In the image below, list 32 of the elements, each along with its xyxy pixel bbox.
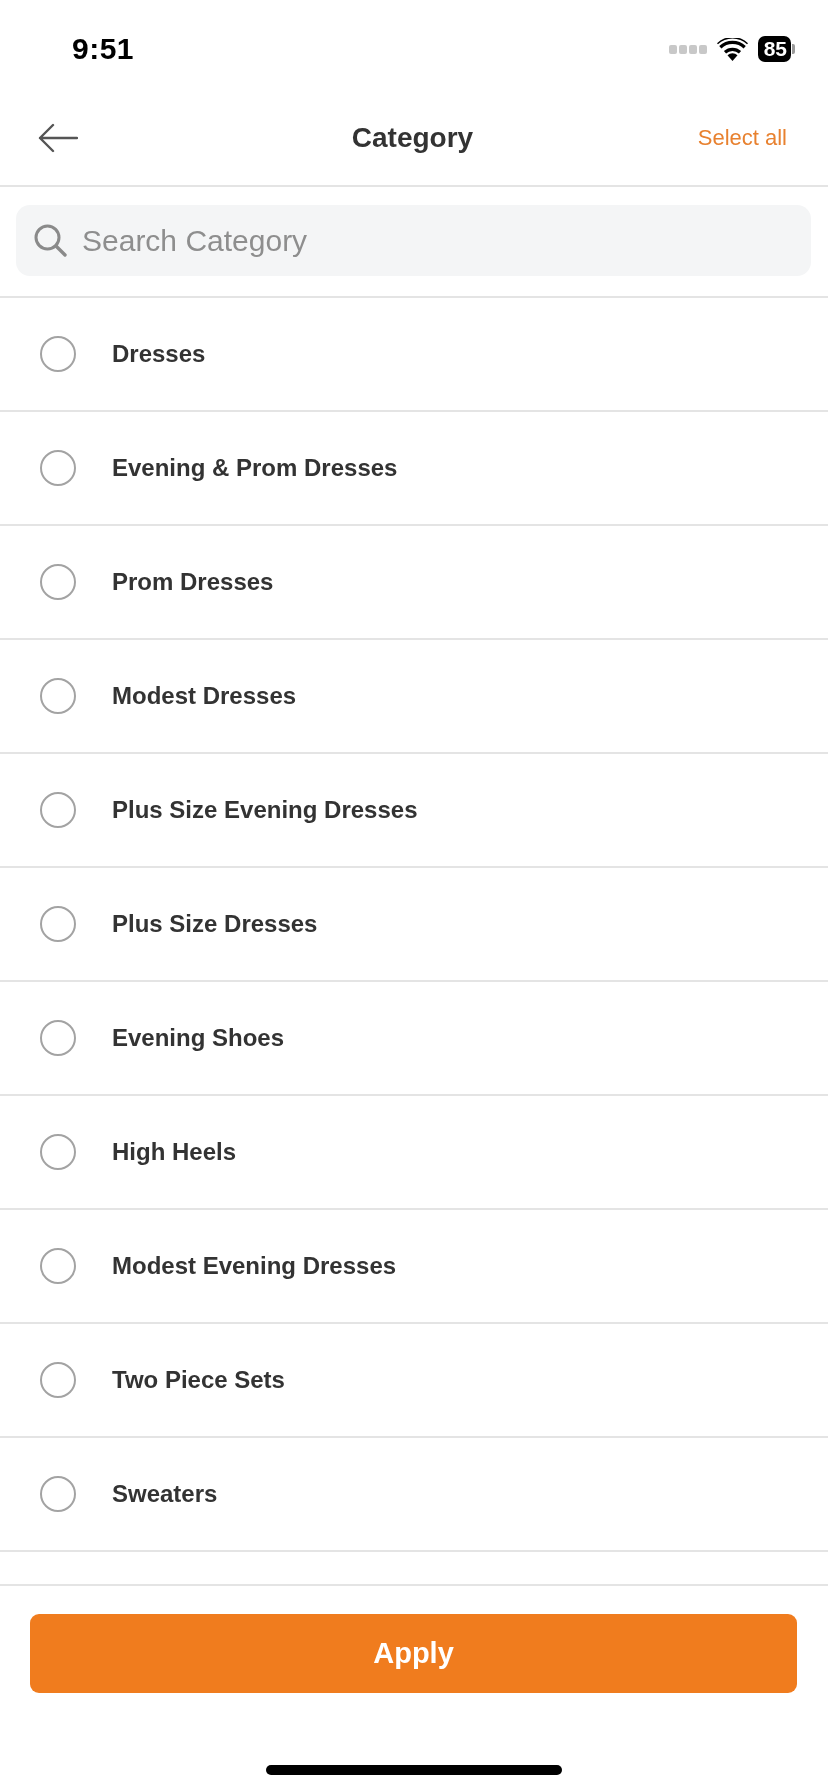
- radio-button[interactable]: [40, 1134, 76, 1170]
- category-label: Dresses: [112, 339, 206, 369]
- radio-button[interactable]: [40, 1476, 76, 1512]
- category-label: Evening & Prom Dresses: [112, 453, 398, 483]
- search-icon: [34, 224, 67, 257]
- radio-button[interactable]: [40, 1362, 76, 1398]
- category-label: Two Piece Sets: [112, 1365, 285, 1395]
- radio-button[interactable]: [40, 336, 76, 372]
- battery-indicator: 85: [757, 36, 795, 62]
- category-label: Plus Size Evening Dresses: [112, 795, 418, 825]
- radio-button[interactable]: [40, 678, 76, 714]
- category-label: Modest Evening Dresses: [112, 1251, 397, 1281]
- category-label: Evening Shoes: [112, 1023, 285, 1053]
- wifi-icon: [716, 37, 748, 61]
- radio-button[interactable]: [40, 450, 76, 486]
- category-label: Plus Size Dresses: [112, 909, 318, 939]
- select-all-button[interactable]: Select all: [697, 123, 787, 152]
- category-label: High Heels: [112, 1137, 237, 1167]
- category-label: Modest Dresses: [112, 681, 297, 711]
- radio-button[interactable]: [40, 564, 76, 600]
- apply-button[interactable]: Apply: [30, 1614, 797, 1693]
- category-label: Sweaters: [112, 1479, 218, 1509]
- cellular-signal-icon: [668, 44, 707, 54]
- radio-button[interactable]: [40, 906, 76, 942]
- search-field[interactable]: Search Category: [16, 205, 811, 276]
- radio-button[interactable]: [40, 792, 76, 828]
- radio-button[interactable]: [40, 1020, 76, 1056]
- radio-button[interactable]: [40, 1248, 76, 1284]
- status-time: 9:51: [72, 31, 135, 67]
- back-arrow-icon[interactable]: [38, 122, 78, 153]
- page-title: Category: [351, 120, 474, 155]
- category-label: Prom Dresses: [112, 567, 274, 597]
